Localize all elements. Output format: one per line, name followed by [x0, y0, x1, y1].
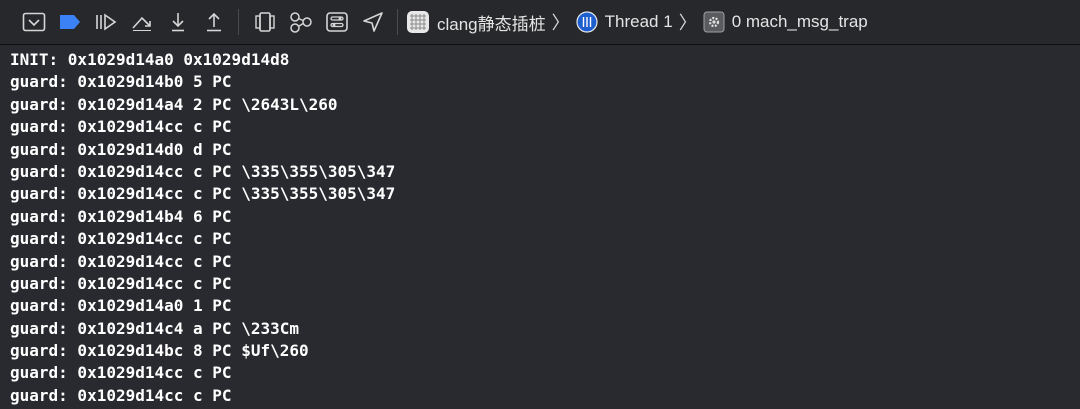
toolbar-divider [238, 9, 239, 35]
simulate-location-button[interactable] [355, 0, 391, 44]
app-target-icon [406, 10, 430, 34]
environment-overrides-icon [326, 12, 348, 32]
log-line: guard: 0x1029d14cc c PC [10, 117, 232, 137]
breadcrumb-target[interactable]: clang静态插桩 [437, 10, 546, 35]
memory-graph-button[interactable] [283, 0, 319, 44]
log-line: guard: 0x1029d14cc c PC [10, 273, 232, 293]
log-line: guard: 0x1029d14a0 1 PC [10, 296, 232, 316]
step-out-button[interactable] [196, 0, 232, 44]
log-line: guard: 0x1029d14cc c PC [10, 363, 232, 383]
view-debugger-icon [255, 12, 275, 32]
simulate-location-icon [363, 12, 383, 32]
hide-console-icon [22, 12, 46, 32]
breadcrumb: clang静态插桩 〉 Thread 1 〉 0 mach_msg_trap [406, 0, 868, 44]
continue-button[interactable] [88, 0, 124, 44]
log-line: guard: 0x1029d14cc c PC [10, 251, 232, 271]
hide-console-button[interactable] [16, 0, 52, 44]
breakpoint-icon [60, 15, 80, 29]
thread-icon [576, 11, 598, 33]
stack-frame-gear-icon [703, 11, 725, 33]
log-line: guard: 0x1029d14cc c PC \335\355\305\347 [10, 184, 396, 204]
breakpoints-toggle-button[interactable] [52, 0, 88, 44]
step-into-button[interactable] [160, 0, 196, 44]
toolbar-divider [397, 9, 398, 35]
step-over-icon [132, 16, 151, 31]
log-line: guard: 0x1029d14cc c PC [10, 229, 232, 249]
chevron-right-icon: 〉 [678, 13, 697, 33]
step-into-icon [172, 13, 184, 32]
log-line: guard: 0x1029d14bc 8 PC $Uf\260 [10, 341, 309, 361]
view-debugger-button[interactable] [247, 0, 283, 44]
log-line: guard: 0x1029d14d0 d PC [10, 139, 232, 159]
breadcrumb-thread[interactable]: Thread 1 [605, 12, 673, 32]
continue-icon [96, 13, 117, 31]
log-line: INIT: 0x1029d14a0 0x1029d14d8 [10, 50, 290, 69]
log-line: guard: 0x1029d14c4 a PC \233Cm [10, 318, 299, 338]
log-line: guard: 0x1029d14b4 6 PC [10, 206, 232, 226]
step-out-icon [207, 12, 221, 32]
console-output[interactable]: INIT: 0x1029d14a0 0x1029d14d8 guard: 0x1… [0, 45, 1080, 409]
step-over-button[interactable] [124, 0, 160, 44]
log-line: guard: 0x1029d14cc c PC [10, 385, 232, 405]
breadcrumb-frame[interactable]: 0 mach_msg_trap [732, 12, 868, 32]
chevron-right-icon: 〉 [551, 13, 570, 33]
debug-toolbar: clang静态插桩 〉 Thread 1 〉 0 mach_msg_trap [0, 0, 1080, 45]
log-line: guard: 0x1029d14b0 5 PC [10, 72, 232, 92]
environment-overrides-button[interactable] [319, 0, 355, 44]
memory-graph-icon [290, 12, 312, 33]
log-line: guard: 0x1029d14cc c PC \335\355\305\347 [10, 161, 396, 181]
log-line: guard: 0x1029d14a4 2 PC \2643L\260 [10, 94, 338, 114]
